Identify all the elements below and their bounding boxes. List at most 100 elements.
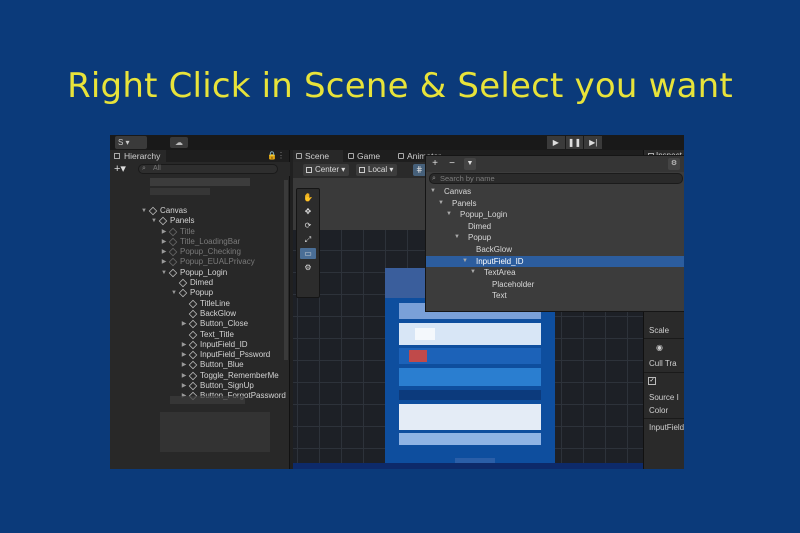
- hierarchy-item[interactable]: ▶ InputField_Pssword: [110, 350, 288, 360]
- animator-icon: [398, 153, 404, 159]
- inspector-divider: [644, 338, 684, 339]
- unity-editor-screenshot: S ▾ ☁ ▶ ❚❚ ▶| Hierarchy 🔒⋮ +▾ ⌕ All ▼ Can…: [110, 135, 684, 469]
- hierarchy-item-label: InputField_ID: [200, 339, 248, 349]
- hierarchy-item[interactable]: ▶ InputField_ID: [110, 340, 288, 350]
- expand-arrow-icon[interactable]: ▼: [170, 288, 178, 298]
- eye-icon[interactable]: ◉: [656, 343, 663, 352]
- hierarchy-item[interactable]: ▼ Popup_Login: [110, 268, 288, 278]
- collapsed-arrow-icon[interactable]: ▶: [180, 381, 188, 391]
- hierarchy-item[interactable]: ▼ Popup: [110, 288, 288, 298]
- tab-hierarchy-label: Hierarchy: [124, 151, 161, 161]
- cloud-icon[interactable]: ☁: [170, 137, 188, 148]
- component-enable-checkbox[interactable]: ✓: [648, 377, 656, 385]
- collapsed-arrow-icon[interactable]: ▶: [180, 340, 188, 350]
- popup-item-label: Panels: [452, 198, 477, 208]
- gameobject-icon: [188, 299, 198, 308]
- hierarchy-item[interactable]: ▶ Toggle_RememberMe: [110, 371, 288, 381]
- add-object-button[interactable]: +▾: [114, 163, 126, 175]
- hierarchy-item[interactable]: ▶ Title_LoadingBar: [110, 237, 288, 247]
- collapsed-arrow-icon[interactable]: ▶: [180, 360, 188, 370]
- expand-arrow-icon[interactable]: ▼: [160, 268, 168, 278]
- expand-arrow-icon[interactable]: ▼: [454, 232, 460, 244]
- expand-arrow-icon[interactable]: ▼: [462, 256, 468, 268]
- expand-arrow-icon[interactable]: ▼: [150, 216, 158, 226]
- pause-button[interactable]: ❚❚: [565, 136, 584, 149]
- hierarchy-search-placeholder: All: [153, 165, 161, 172]
- hierarchy-search-input[interactable]: ⌕ All: [138, 164, 278, 174]
- expand-arrow-icon[interactable]: ▼: [140, 206, 148, 216]
- popup-item[interactable]: Dimed: [426, 221, 684, 233]
- expand-arrow-icon[interactable]: ▼: [470, 267, 476, 279]
- tab-hierarchy[interactable]: Hierarchy: [110, 150, 167, 162]
- popup-item[interactable]: ▼ Panels: [426, 198, 684, 210]
- settings-icon[interactable]: ⚙: [668, 158, 680, 170]
- popup-item[interactable]: ▼ TextArea: [426, 267, 684, 279]
- popup-item-label: Placeholder: [492, 279, 535, 289]
- play-button[interactable]: ▶: [547, 136, 565, 149]
- collapsed-arrow-icon[interactable]: ▶: [180, 371, 188, 381]
- rect-tool-icon[interactable]: ▭: [300, 248, 316, 259]
- collapsed-arrow-icon[interactable]: ▶: [180, 319, 188, 329]
- expand-arrow-icon[interactable]: ▼: [438, 198, 444, 210]
- popup-search-placeholder: Search by name: [440, 174, 495, 183]
- hierarchy-item[interactable]: Dimed: [110, 278, 288, 288]
- hand-tool-icon[interactable]: ✋: [300, 192, 316, 203]
- hierarchy-item[interactable]: ▼ Canvas: [110, 206, 288, 216]
- gameobject-icon: [148, 206, 158, 216]
- scale-tool-icon[interactable]: ⤢: [300, 234, 316, 245]
- hierarchy-item[interactable]: ▶ Button_Close: [110, 319, 288, 329]
- expand-arrow-icon[interactable]: ▼: [446, 209, 452, 221]
- hierarchy-scrollbar[interactable]: [284, 180, 288, 360]
- space-dropdown[interactable]: Local ▾: [356, 164, 398, 176]
- hierarchy-icon: [114, 153, 120, 159]
- pivot-dropdown[interactable]: Center ▾: [303, 164, 350, 176]
- gameobject-icon: [188, 371, 198, 380]
- collapsed-arrow-icon[interactable]: ▶: [180, 350, 188, 360]
- collapsed-arrow-icon[interactable]: ▶: [160, 227, 168, 237]
- pivot-label: Center: [315, 165, 340, 174]
- hierarchy-item-label: Popup_EUALPrivacy: [180, 257, 255, 267]
- play-controls: ▶ ❚❚ ▶|: [547, 136, 603, 149]
- expand-all-button[interactable]: +: [429, 158, 441, 170]
- popup-item[interactable]: ▼ Canvas: [426, 186, 684, 198]
- popup-item[interactable]: ▼ InputField_ID: [426, 255, 684, 268]
- hierarchy-item-label: Dimed: [190, 278, 214, 288]
- popup-item[interactable]: ▼ Popup: [426, 232, 684, 244]
- expand-arrow-icon[interactable]: ▼: [430, 186, 436, 198]
- hierarchy-item[interactable]: ▶ Title: [110, 227, 288, 237]
- gameobject-icon: [178, 278, 188, 288]
- hierarchy-item[interactable]: TitleLine: [110, 299, 288, 309]
- rotate-tool-icon[interactable]: ⟳: [300, 220, 316, 231]
- hierarchy-item[interactable]: Text_Title: [110, 330, 288, 340]
- popup-item[interactable]: Placeholder: [426, 279, 684, 291]
- popup-item[interactable]: Text: [426, 290, 684, 302]
- search-icon: ⌕: [432, 175, 436, 182]
- hierarchy-item[interactable]: ▼ Panels: [110, 216, 288, 226]
- hierarchy-item[interactable]: BackGlow: [110, 309, 288, 319]
- lock-menu-icon[interactable]: 🔒⋮: [267, 151, 285, 160]
- step-button[interactable]: ▶|: [584, 136, 603, 149]
- filter-icon[interactable]: ▼: [464, 158, 476, 170]
- account-button[interactable]: S ▾: [115, 136, 147, 149]
- hierarchy-item-label: Title: [180, 226, 195, 236]
- popup-search-input[interactable]: ⌕ Search by name: [429, 173, 683, 184]
- move-tool-icon[interactable]: ✥: [300, 206, 316, 217]
- collapsed-arrow-icon[interactable]: ▶: [160, 257, 168, 267]
- hierarchy-item[interactable]: ▶ Button_SignUp: [110, 381, 288, 391]
- collapsed-arrow-icon[interactable]: ▶: [160, 237, 168, 247]
- custom-tool-icon[interactable]: ⚙: [300, 262, 316, 273]
- collapse-all-button[interactable]: −: [446, 158, 458, 170]
- hierarchy-item[interactable]: ▶ Popup_Checking: [110, 247, 288, 257]
- popup-item[interactable]: ▼ Popup_Login: [426, 209, 684, 221]
- collapsed-arrow-icon[interactable]: ▶: [160, 247, 168, 257]
- tab-scene[interactable]: Scene: [293, 150, 343, 162]
- inspector-scale-label: Scale: [649, 326, 670, 335]
- hierarchy-item[interactable]: ▶ Button_Blue: [110, 360, 288, 370]
- popup-item[interactable]: BackGlow: [426, 244, 684, 256]
- inspector-divider: [644, 372, 684, 373]
- tab-game[interactable]: Game: [345, 150, 393, 162]
- popup-item-label: Popup_Login: [460, 210, 508, 220]
- hierarchy-item[interactable]: ▶ Popup_EUALPrivacy: [110, 257, 288, 267]
- grid-snap-button[interactable]: ⋕: [413, 164, 426, 176]
- gameobject-icon: [178, 289, 188, 298]
